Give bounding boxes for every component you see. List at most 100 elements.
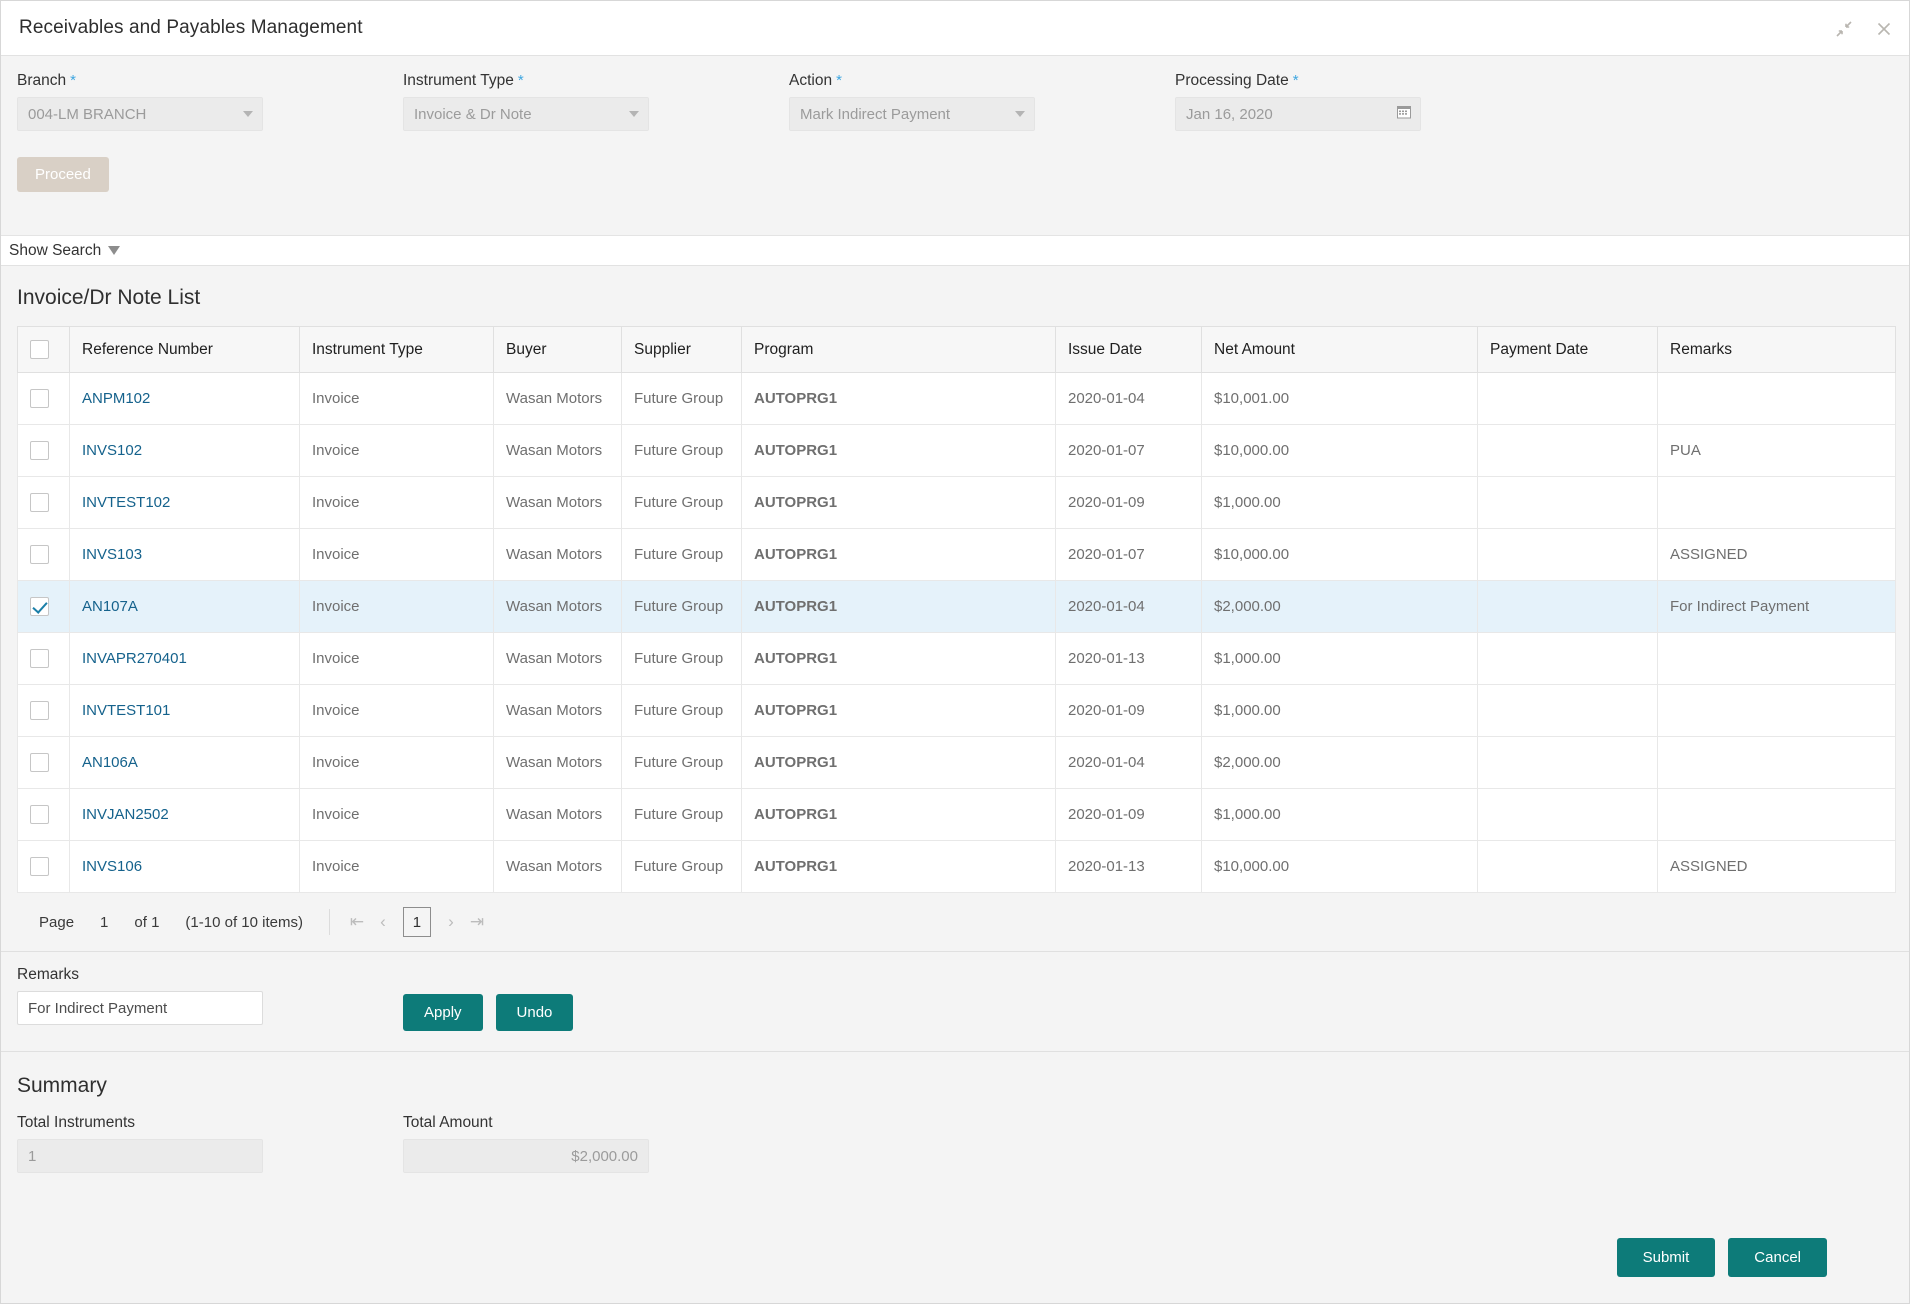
show-search-toggle[interactable]: Show Search — [1, 236, 1909, 266]
table-row[interactable]: INVTEST101 Invoice Wasan Motors Future Grou… — [17, 684, 1896, 737]
table-row[interactable]: INVAPR270401 Invoice Wasan Motors Future Gr… — [17, 632, 1896, 685]
table-row[interactable]: AN106A Invoice Wasan Motors Future Group AUT… — [17, 736, 1896, 789]
page-1-button[interactable]: 1 — [402, 907, 431, 937]
reference-number-link[interactable]: ANPM102 — [82, 390, 150, 407]
total-instruments-field: Total Instruments 1 — [17, 1114, 403, 1173]
row-checkbox[interactable] — [30, 857, 49, 876]
processing-date-input[interactable]: Jan 16, 2020 — [1175, 97, 1421, 131]
submit-button[interactable]: Submit — [1616, 1237, 1716, 1277]
select-all-checkbox[interactable] — [30, 340, 49, 359]
column-header-program[interactable]: Program — [741, 326, 1056, 373]
table-row[interactable]: AN107A Invoice Wasan Motors Future Group AUT… — [17, 580, 1896, 633]
prev-page-icon[interactable]: ‹ — [370, 912, 396, 932]
reference-number-link[interactable]: INVS103 — [82, 546, 142, 563]
row-checkbox[interactable] — [30, 545, 49, 564]
cell-issue-date: 2020-01-09 — [1055, 476, 1202, 529]
reference-number-link[interactable]: INVTEST102 — [82, 494, 170, 511]
remarks-input[interactable] — [17, 991, 263, 1025]
reference-number-link[interactable]: INVAPR270401 — [82, 650, 187, 667]
table-row[interactable]: INVTEST102 Invoice Wasan Motors Future Grou… — [17, 476, 1896, 529]
cell-instrument-type: Invoice — [299, 736, 494, 789]
proceed-container: Proceed — [17, 157, 1893, 192]
row-checkbox[interactable] — [30, 805, 49, 824]
cell-net-amount: $10,000.00 — [1201, 424, 1478, 477]
undo-button[interactable]: Undo — [495, 994, 574, 1031]
last-page-icon[interactable]: ⇥ — [464, 912, 490, 932]
invoice-table: Reference Number Instrument Type Buyer S… — [17, 326, 1896, 893]
branch-dropdown[interactable]: 004-LM BRANCH — [17, 97, 263, 131]
row-checkbox[interactable] — [30, 597, 49, 616]
total-amount-field: Total Amount $2,000.00 — [403, 1114, 789, 1173]
summary-section: Summary Total Instruments 1 Total Amount… — [1, 1052, 1909, 1173]
row-checkbox[interactable] — [30, 649, 49, 668]
cell-payment-date — [1477, 840, 1658, 893]
cell-payment-date — [1477, 684, 1658, 737]
column-header-supplier[interactable]: Supplier — [621, 326, 742, 373]
processing-date-value: Jan 16, 2020 — [1186, 105, 1273, 123]
reference-number-link[interactable]: INVTEST101 — [82, 702, 170, 719]
cell-issue-date: 2020-01-13 — [1055, 632, 1202, 685]
table-row[interactable]: ANPM102 Invoice Wasan Motors Future Group AU… — [17, 372, 1896, 425]
cell-program: AUTOPRG1 — [741, 580, 1056, 633]
reference-number-link[interactable]: INVS102 — [82, 442, 142, 459]
select-all-header — [17, 326, 70, 373]
reference-number-link[interactable]: INVJAN2502 — [82, 806, 169, 823]
next-page-icon[interactable]: › — [438, 912, 464, 932]
column-header-net-amount[interactable]: Net Amount — [1201, 326, 1478, 373]
cell-reference-number: INVS103 — [69, 528, 300, 581]
row-checkbox[interactable] — [30, 441, 49, 460]
cell-supplier: Future Group — [621, 684, 742, 737]
cancel-button[interactable]: Cancel — [1728, 1237, 1827, 1277]
filter-bar: Branch * 004-LM BRANCH Instrument Type * I… — [1, 56, 1909, 236]
table-row[interactable]: INVJAN2502 Invoice Wasan Motors Future Grou… — [17, 788, 1896, 841]
cell-instrument-type: Invoice — [299, 476, 494, 529]
cell-reference-number: INVTEST101 — [69, 684, 300, 737]
table-row[interactable]: INVS106 Invoice Wasan Motors Future Group AU… — [17, 840, 1896, 893]
column-header-reference-number[interactable]: Reference Number — [69, 326, 300, 373]
column-header-buyer[interactable]: Buyer — [493, 326, 622, 373]
instrument-type-dropdown[interactable]: Invoice & Dr Note — [403, 97, 649, 131]
row-checkbox[interactable] — [30, 493, 49, 512]
row-checkbox[interactable] — [30, 753, 49, 772]
row-checkbox[interactable] — [30, 389, 49, 408]
table-row[interactable]: INVS103 Invoice Wasan Motors Future Group AU… — [17, 528, 1896, 581]
reference-number-link[interactable]: INVS106 — [82, 858, 142, 875]
reference-number-link[interactable]: AN107A — [82, 598, 138, 615]
column-header-payment-date[interactable]: Payment Date — [1477, 326, 1658, 373]
first-page-icon[interactable]: ⇤ — [344, 912, 370, 932]
column-header-remarks[interactable]: Remarks — [1657, 326, 1896, 373]
table-row[interactable]: INVS102 Invoice Wasan Motors Future Group AU… — [17, 424, 1896, 477]
apply-button[interactable]: Apply — [403, 994, 483, 1031]
page-number: 1 — [100, 913, 109, 931]
cell-instrument-type: Invoice — [299, 788, 494, 841]
pagination: Page 1 of 1 (1-10 of 10 items) ⇤ ‹ 1 › ⇥ — [17, 893, 1893, 951]
row-select-cell — [17, 528, 70, 581]
required-asterisk: * — [836, 72, 842, 89]
column-header-instrument-type[interactable]: Instrument Type — [299, 326, 494, 373]
cell-reference-number: INVS106 — [69, 840, 300, 893]
row-select-cell — [17, 424, 70, 477]
proceed-button[interactable]: Proceed — [17, 157, 109, 192]
action-dropdown[interactable]: Mark Indirect Payment — [789, 97, 1035, 131]
cell-remarks: ASSIGNED — [1657, 840, 1896, 893]
close-icon[interactable] — [1873, 18, 1895, 40]
cell-issue-date: 2020-01-04 — [1055, 736, 1202, 789]
total-instruments-label: Total Instruments — [17, 1114, 136, 1131]
remarks-panel: Remarks Apply Undo — [1, 951, 1909, 1052]
cell-program: AUTOPRG1 — [741, 372, 1056, 425]
field-action: Action * Mark Indirect Payment — [789, 72, 1175, 131]
row-checkbox[interactable] — [30, 701, 49, 720]
column-header-issue-date[interactable]: Issue Date — [1055, 326, 1202, 373]
cell-payment-date — [1477, 736, 1658, 789]
calendar-icon[interactable] — [1396, 104, 1412, 125]
reference-number-link[interactable]: AN106A — [82, 754, 138, 771]
cell-buyer: Wasan Motors — [493, 684, 622, 737]
cell-program: AUTOPRG1 — [741, 840, 1056, 893]
chevron-down-icon — [629, 111, 639, 117]
cell-net-amount: $2,000.00 — [1201, 736, 1478, 789]
cell-supplier: Future Group — [621, 788, 742, 841]
chevron-down-icon — [108, 246, 121, 255]
collapse-arrows-icon[interactable] — [1833, 18, 1855, 40]
cell-net-amount: $1,000.00 — [1201, 788, 1478, 841]
invoice-list-section: Invoice/Dr Note List Reference Number In… — [1, 266, 1909, 951]
